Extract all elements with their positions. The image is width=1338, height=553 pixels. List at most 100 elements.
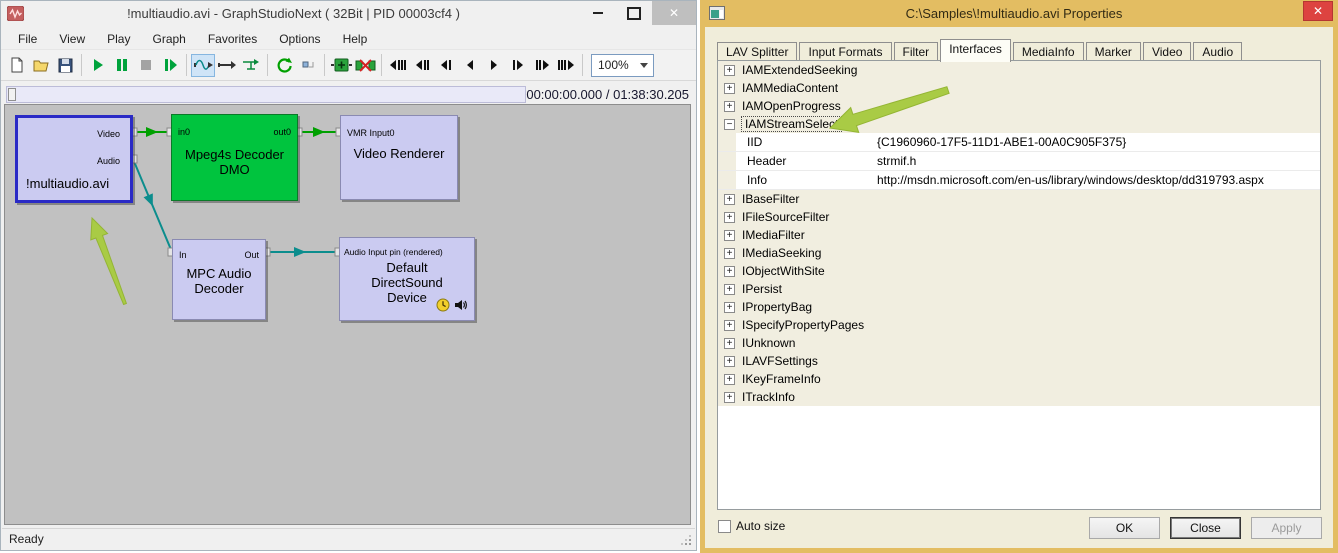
ok-button[interactable]: OK [1089,517,1160,539]
expand-icon[interactable]: + [724,320,735,331]
filter-name: Mpeg4s Decoder DMO [172,115,297,177]
filter-graph-canvas[interactable]: Video Audio !multiaudio.avi in0 out0 Mpe… [4,104,691,525]
auto-size-checkbox[interactable] [718,520,731,533]
interface-row[interactable]: +IBaseFilter [718,190,1320,208]
interface-row[interactable]: +IAMMediaContent [718,79,1320,97]
stop-button[interactable] [134,54,158,77]
collapse-icon[interactable]: − [724,119,735,130]
tab-filter[interactable]: Filter [894,42,939,62]
expand-icon[interactable]: + [724,194,735,205]
detail-row-header[interactable]: Headerstrmif.h [718,152,1320,171]
pin-label-in[interactable]: In [179,250,187,260]
filter-box-audio-renderer[interactable]: Audio Input pin (rendered) Default Direc… [339,237,475,321]
minimize-button[interactable] [580,1,616,25]
filter-box-mpeg4s-decoder[interactable]: in0 out0 Mpeg4s Decoder DMO [171,114,298,201]
seek-backward-1-button[interactable] [434,54,458,77]
refresh-graph-button[interactable] [272,54,296,77]
tab-mediainfo[interactable]: MediaInfo [1013,42,1084,62]
new-graph-button[interactable] [5,54,29,77]
step-forward-button[interactable] [482,54,506,77]
interface-row[interactable]: +IPersist [718,280,1320,298]
seek-thumb[interactable] [8,88,16,101]
interface-row[interactable]: +IMediaFilter [718,226,1320,244]
apply-button[interactable]: Apply [1251,517,1322,539]
expand-icon[interactable]: + [724,230,735,241]
close-dialog-button[interactable]: Close [1170,517,1241,539]
expand-icon[interactable]: + [724,248,735,259]
step-back-button[interactable] [458,54,482,77]
interface-row[interactable]: +IMediaSeeking [718,244,1320,262]
connect-intelligent-button[interactable] [191,54,215,77]
menu-options[interactable]: Options [268,30,331,48]
expand-icon[interactable]: + [724,101,735,112]
detail-row-info[interactable]: Infohttp://msdn.microsoft.com/en-us/libr… [718,171,1320,190]
expand-icon[interactable]: + [724,212,735,223]
remove-filter-button[interactable] [353,54,377,77]
menu-graph[interactable]: Graph [141,30,196,48]
pin-label-vmr-input0[interactable]: VMR Input0 [347,128,395,138]
pin-label-audio[interactable]: Audio [97,156,120,166]
menu-help[interactable]: Help [332,30,379,48]
maximize-button[interactable] [616,1,652,25]
expand-icon[interactable]: + [724,338,735,349]
filter-box-audio-decoder[interactable]: In Out MPC Audio Decoder [172,239,266,320]
menu-play[interactable]: Play [96,30,141,48]
tab-input-formats[interactable]: Input Formats [799,42,891,62]
play-button[interactable] [86,54,110,77]
interface-row[interactable]: +IAMExtendedSeeking [718,61,1320,79]
pin-label-out0[interactable]: out0 [273,127,291,137]
filter-name: !multiaudio.avi [26,176,109,191]
step-button[interactable] [158,54,182,77]
menu-file[interactable]: File [7,30,48,48]
seek-forward-1-button[interactable] [506,54,530,77]
open-file-button[interactable] [29,54,53,77]
interface-row[interactable]: +ITrackInfo [718,388,1320,406]
interface-row[interactable]: +ISpecifyPropertyPages [718,316,1320,334]
interface-row-iamstreamselect[interactable]: −IAMStreamSelect [718,115,1320,133]
expand-icon[interactable]: + [724,302,735,313]
close-button[interactable]: ✕ [652,1,696,25]
pause-button[interactable] [110,54,134,77]
expand-icon[interactable]: + [724,83,735,94]
expand-icon[interactable]: + [724,284,735,295]
expand-icon[interactable]: + [724,266,735,277]
pin-label-audio-input[interactable]: Audio Input pin (rendered) [344,247,443,257]
zoom-select[interactable]: 100% [591,54,654,77]
connect-direct-button[interactable] [215,54,239,77]
seek-forward-2-button[interactable] [530,54,554,77]
insert-filter-button[interactable] [329,54,353,77]
save-button[interactable] [53,54,77,77]
seek-bar[interactable] [6,86,526,103]
interface-row[interactable]: +IKeyFrameInfo [718,370,1320,388]
interface-row[interactable]: +IObjectWithSite [718,262,1320,280]
dialog-close-button[interactable]: ✕ [1303,1,1333,21]
tab-video[interactable]: Video [1143,42,1191,62]
menu-view[interactable]: View [48,30,96,48]
expand-icon[interactable]: + [724,356,735,367]
tab-audio[interactable]: Audio [1193,42,1242,62]
pin-label-in0[interactable]: in0 [178,127,190,137]
pin-label-video[interactable]: Video [97,129,120,139]
filter-box-video-renderer[interactable]: VMR Input0 Video Renderer [340,115,458,200]
pin-label-out[interactable]: Out [244,250,259,260]
tab-interfaces[interactable]: Interfaces [940,39,1011,62]
interface-row[interactable]: +IAMOpenProgress [718,97,1320,115]
graph-layout-button[interactable] [296,54,320,77]
resize-grip[interactable] [681,535,691,545]
detail-row-iid[interactable]: IID{C1960960-17F5-11D1-ABE1-00A0C905F375… [718,133,1320,152]
interface-row[interactable]: +ILAVFSettings [718,352,1320,370]
seek-backward-3-button[interactable] [386,54,410,77]
render-pin-button[interactable] [239,54,263,77]
interface-row[interactable]: +IFileSourceFilter [718,208,1320,226]
expand-icon[interactable]: + [724,392,735,403]
menu-favorites[interactable]: Favorites [197,30,268,48]
tab-lav-splitter[interactable]: LAV Splitter [717,42,797,62]
expand-icon[interactable]: + [724,65,735,76]
tab-marker[interactable]: Marker [1086,42,1141,62]
seek-backward-2-button[interactable] [410,54,434,77]
interface-row[interactable]: +IUnknown [718,334,1320,352]
filter-box-source[interactable]: Video Audio !multiaudio.avi [15,115,133,203]
expand-icon[interactable]: + [724,374,735,385]
interface-row[interactable]: +IPropertyBag [718,298,1320,316]
seek-forward-3-button[interactable] [554,54,578,77]
